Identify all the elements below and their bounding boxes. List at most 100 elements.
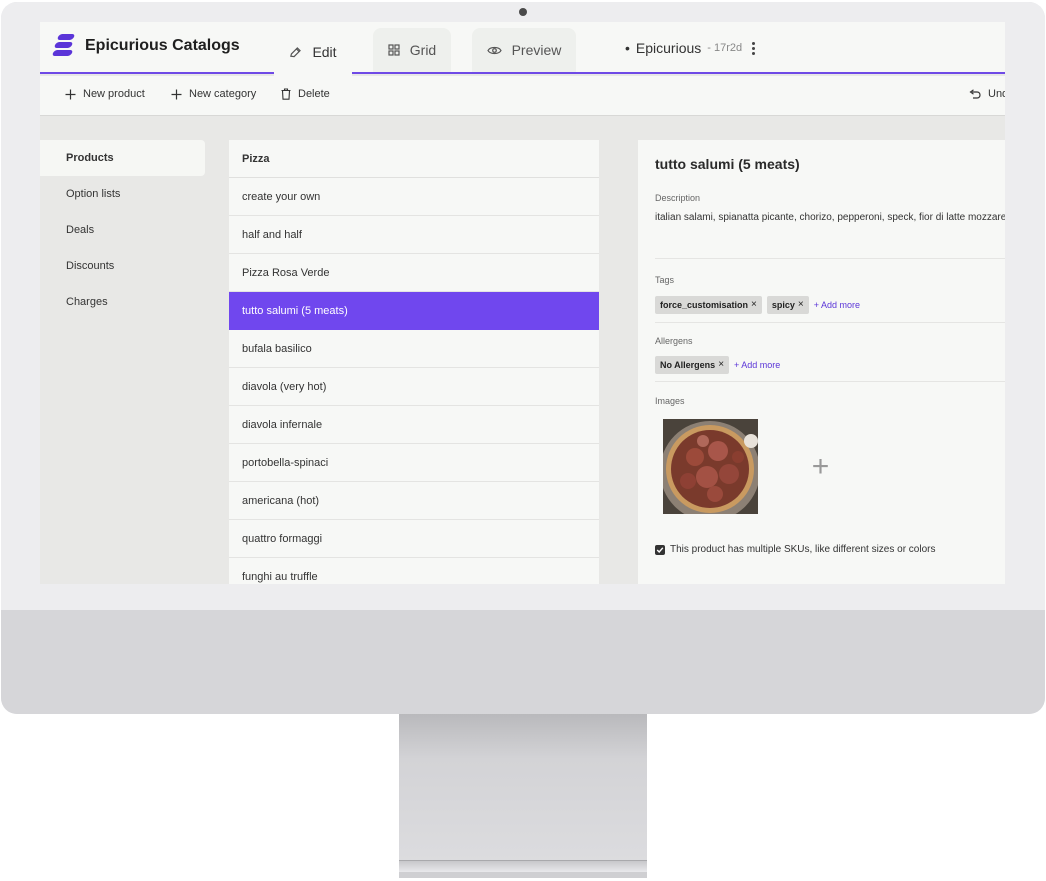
divider bbox=[655, 258, 1005, 259]
tab-edit-label: Edit bbox=[312, 44, 337, 60]
sidebar-item-option-lists[interactable]: Option lists bbox=[40, 176, 205, 212]
trash-icon bbox=[281, 88, 291, 100]
list-item-label: tutto salumi (5 meats) bbox=[242, 304, 348, 317]
undo-label: Undo bbox=[988, 88, 1005, 100]
list-item-label: funghi au truffle bbox=[242, 570, 318, 583]
list-item-label: portobella-spinaci bbox=[242, 456, 329, 469]
tab-grid-label: Grid bbox=[409, 42, 437, 58]
list-item-label: bufala basilico bbox=[242, 342, 312, 355]
product-list: Pizza create your own half and half Pizz… bbox=[229, 140, 599, 584]
tag-label: spicy bbox=[771, 300, 795, 310]
add-allergen-link[interactable]: + Add more bbox=[734, 360, 780, 370]
list-item[interactable]: diavola infernale bbox=[229, 406, 599, 444]
camera-icon bbox=[519, 8, 527, 16]
category-name: Pizza bbox=[242, 152, 270, 165]
monitor-stand bbox=[399, 714, 647, 864]
eye-icon bbox=[486, 46, 502, 54]
list-item-label: diavola infernale bbox=[242, 418, 323, 431]
top-bar: Epicurious Catalogs Edit Grid Preview • … bbox=[40, 22, 1005, 76]
sidebar-item-label: Products bbox=[66, 152, 114, 164]
sidebar-item-discounts[interactable]: Discounts bbox=[40, 248, 205, 284]
document-name: Epicurious bbox=[635, 40, 702, 56]
app-screen: Epicurious Catalogs Edit Grid Preview • … bbox=[40, 22, 1005, 584]
close-icon[interactable]: × bbox=[718, 360, 724, 370]
description-label: Description bbox=[655, 193, 701, 203]
list-item[interactable]: half and half bbox=[229, 216, 599, 254]
allergens-list: No Allergens × + Add more bbox=[655, 356, 780, 374]
list-item-label: quattro formaggi bbox=[242, 532, 323, 545]
list-item[interactable]: bufala basilico bbox=[229, 330, 599, 368]
multiple-skus-label: This product has multiple SKUs, like dif… bbox=[670, 544, 936, 555]
allergen-chip[interactable]: No Allergens × bbox=[655, 356, 730, 374]
product-title[interactable]: tutto salumi (5 meats) bbox=[655, 156, 800, 172]
document-version: - 17r2d bbox=[707, 42, 743, 54]
list-item-label: half and half bbox=[242, 228, 302, 241]
description-field[interactable]: italian salami, spianatta picante, chori… bbox=[655, 212, 1005, 223]
list-item[interactable]: create your own bbox=[229, 178, 599, 216]
tags-label: Tags bbox=[655, 275, 675, 285]
brand[interactable]: Epicurious Catalogs bbox=[51, 33, 240, 59]
list-item[interactable]: diavola (very hot) bbox=[229, 368, 599, 406]
list-item[interactable]: portobella-spinaci bbox=[229, 444, 599, 482]
tab-grid[interactable]: Grid bbox=[373, 28, 451, 72]
list-item[interactable]: funghi au truffle bbox=[229, 558, 599, 584]
sidebar-item-products[interactable]: Products bbox=[40, 140, 205, 176]
tab-preview[interactable]: Preview bbox=[472, 28, 576, 72]
sidebar: Products Option lists Deals Discounts Ch… bbox=[40, 140, 205, 320]
list-item-label: diavola (very hot) bbox=[242, 380, 327, 393]
tab-edit[interactable]: Edit bbox=[274, 28, 352, 76]
monitor-stand-base bbox=[399, 860, 647, 872]
list-item[interactable]: quattro formaggi bbox=[229, 520, 599, 558]
pencil-icon bbox=[290, 46, 302, 57]
tag-chip[interactable]: spicy × bbox=[766, 296, 809, 314]
toolbar: New product New category Delete Undo bbox=[40, 76, 1005, 116]
close-icon[interactable]: × bbox=[751, 300, 757, 310]
tags-list: force_customisation × spicy × + Add more bbox=[655, 296, 860, 314]
list-item[interactable]: americana (hot) bbox=[229, 482, 599, 520]
product-detail: tutto salumi (5 meats) Description itali… bbox=[638, 140, 1005, 584]
add-tag-link[interactable]: + Add more bbox=[814, 300, 860, 310]
sidebar-item-charges[interactable]: Charges bbox=[40, 284, 205, 320]
list-item-selected[interactable]: tutto salumi (5 meats) bbox=[229, 292, 599, 330]
new-category-button[interactable]: New category bbox=[171, 88, 256, 100]
new-product-label: New product bbox=[83, 88, 145, 100]
tab-preview-label: Preview bbox=[511, 42, 562, 58]
allergen-label: No Allergens bbox=[660, 360, 716, 370]
sidebar-item-label: Discounts bbox=[66, 260, 115, 272]
list-item-label: americana (hot) bbox=[242, 494, 320, 507]
delete-button[interactable]: Delete bbox=[281, 88, 330, 100]
new-product-button[interactable]: New product bbox=[65, 88, 145, 100]
document-title: • Epicurious - 17r2d bbox=[625, 40, 756, 56]
list-item-label: Pizza Rosa Verde bbox=[242, 266, 330, 279]
new-category-label: New category bbox=[189, 88, 257, 100]
delete-label: Delete bbox=[298, 88, 330, 100]
monitor-stand-foot bbox=[399, 872, 647, 878]
sidebar-item-label: Option lists bbox=[66, 188, 121, 200]
undo-button[interactable]: Undo bbox=[969, 88, 1005, 100]
divider bbox=[655, 322, 1005, 323]
multiple-skus-checkbox[interactable] bbox=[655, 544, 665, 555]
checkmark-icon bbox=[656, 546, 664, 553]
add-image-button[interactable]: + bbox=[773, 419, 868, 514]
grid-icon bbox=[388, 44, 400, 56]
more-options-icon[interactable] bbox=[752, 41, 756, 55]
category-header[interactable]: Pizza bbox=[229, 140, 599, 178]
multiple-skus-option[interactable]: This product has multiple SKUs, like dif… bbox=[655, 544, 935, 555]
allergens-label: Allergens bbox=[655, 336, 693, 346]
close-icon[interactable]: × bbox=[798, 300, 804, 310]
list-item-label: create your own bbox=[242, 190, 321, 203]
tag-chip[interactable]: force_customisation × bbox=[655, 296, 762, 314]
divider bbox=[655, 381, 1005, 382]
brand-logo-icon bbox=[51, 33, 78, 59]
sidebar-item-label: Charges bbox=[66, 296, 108, 308]
images-label: Images bbox=[655, 396, 685, 406]
sidebar-item-deals[interactable]: Deals bbox=[40, 212, 205, 248]
tag-label: force_customisation bbox=[660, 300, 749, 310]
list-item[interactable]: Pizza Rosa Verde bbox=[229, 254, 599, 292]
plus-icon bbox=[171, 89, 182, 99]
unsaved-dot: • bbox=[625, 40, 630, 56]
product-image[interactable] bbox=[663, 419, 758, 514]
plus-icon bbox=[65, 89, 76, 99]
monitor-chin bbox=[1, 610, 1045, 714]
undo-icon bbox=[969, 89, 981, 99]
